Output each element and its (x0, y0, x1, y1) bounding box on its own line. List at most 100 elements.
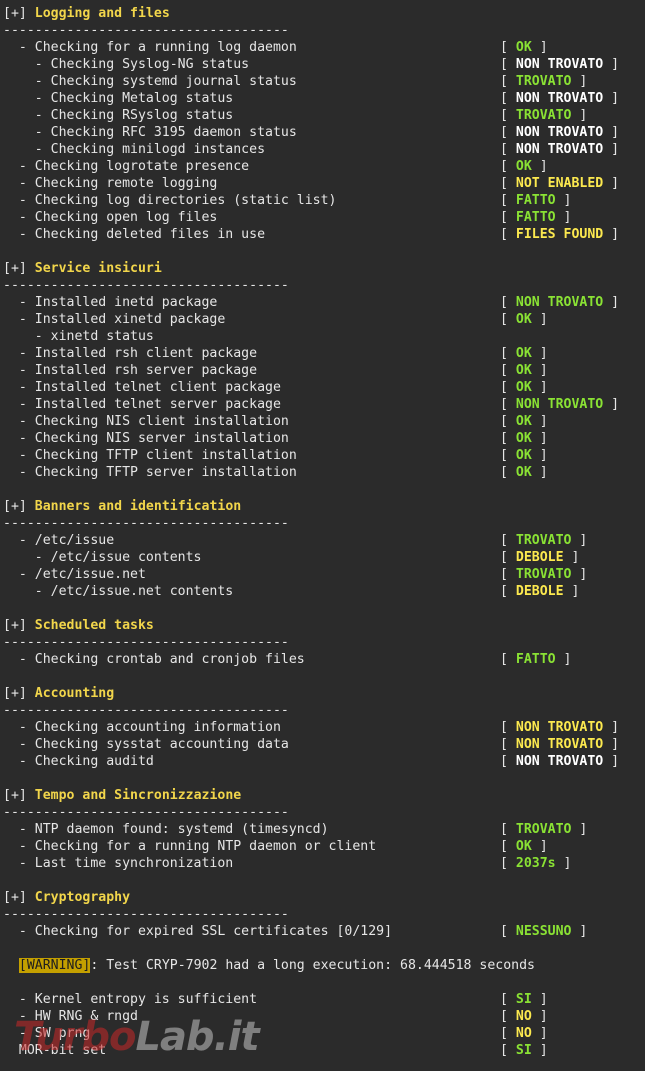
rule-text: ------------------------------------ (3, 635, 289, 650)
check-line: - /etc/issue [ TROVATO ] (3, 532, 645, 549)
check-result: [ OK ] (500, 159, 548, 174)
section-title: Scheduled tasks (34, 618, 154, 633)
check-line: - Checking NIS client installation [ OK ] (3, 413, 645, 430)
check-label: - Checking RFC 3195 daemon status (3, 125, 297, 140)
check-line: - Checking Syslog-NG status [ NON TROVATO… (3, 56, 645, 73)
status-value: NON TROVATO (515, 397, 604, 412)
status-value: OK (515, 839, 532, 854)
check-label: - Installed inetd package (3, 295, 218, 310)
check-label: - Checking TFTP server installation (3, 465, 297, 480)
check-result: [ NON TROVATO ] (500, 295, 620, 310)
section-rule: ------------------------------------ (3, 277, 645, 294)
section-tag: [+] (3, 499, 27, 514)
rule-text: ------------------------------------ (3, 516, 289, 531)
section-header: [+] Banners and identification (3, 498, 645, 515)
status-value: TROVATO (515, 74, 572, 89)
check-line: - Installed telnet server package [ NON T… (3, 396, 645, 413)
section-header: [+] Scheduled tasks (3, 617, 645, 634)
rule-text: ------------------------------------ (3, 703, 289, 718)
check-line: - SW prng [ NO ] (3, 1025, 645, 1042)
status-value: OK (515, 414, 532, 429)
check-result: [ TROVATO ] (500, 567, 588, 582)
check-result: [ FILES FOUND ] (500, 227, 620, 242)
section-tag: [+] (3, 890, 27, 905)
section-header: [+] Cryptography (3, 889, 645, 906)
check-result: [ OK ] (500, 40, 548, 55)
check-label: - Checking for a running NTP daemon or c… (3, 839, 377, 854)
check-line: - Last time synchronization [ 2037s ] (3, 855, 645, 872)
check-result: [ NO ] (500, 1026, 548, 1041)
check-label: - Checking TFTP client installation (3, 448, 297, 463)
status-value: OK (515, 380, 532, 395)
section-tag: [+] (3, 686, 27, 701)
status-value: OK (515, 346, 532, 361)
check-label: - Checking sysstat accounting data (3, 737, 289, 752)
status-value: FATTO (515, 210, 556, 225)
check-label: - NTP daemon found: systemd (timesyncd) (3, 822, 329, 837)
section-tag: [+] (3, 261, 27, 276)
check-label: - Checking remote logging (3, 176, 218, 191)
check-line: - NTP daemon found: systemd (timesyncd) [… (3, 821, 645, 838)
check-line: - Checking RSyslog status [ TROVATO ] (3, 107, 645, 124)
check-result: [ NON TROVATO ] (500, 91, 620, 106)
section-tag: [+] (3, 6, 27, 21)
check-label: - Last time synchronization (3, 856, 234, 871)
check-line: - Checking NIS server installation [ OK ] (3, 430, 645, 447)
check-result: [ FATTO ] (500, 210, 572, 225)
status-value: NON TROVATO (515, 57, 604, 72)
check-label: - Installed xinetd package (3, 312, 226, 327)
status-value: NOT ENABLED (515, 176, 604, 191)
status-value: OK (515, 312, 532, 327)
check-result: [ DEBOLE ] (500, 584, 580, 599)
status-value: NON TROVATO (515, 142, 604, 157)
status-value: OK (515, 363, 532, 378)
status-value: FILES FOUND (515, 227, 604, 242)
status-value: OK (515, 159, 532, 174)
check-line: - Checking auditd [ NON TROVATO ] (3, 753, 645, 770)
check-label: - Checking for a running log daemon (3, 40, 297, 55)
check-line: - Checking TFTP server installation [ OK … (3, 464, 645, 481)
section-title: Tempo and Sincronizzazione (34, 788, 242, 803)
check-result: [ OK ] (500, 414, 548, 429)
status-value: FATTO (515, 193, 556, 208)
status-value: FATTO (515, 652, 556, 667)
check-label: - Installed telnet server package (3, 397, 281, 412)
status-value: NESSUNO (515, 924, 572, 939)
check-line: - Installed telnet client package [ OK ] (3, 379, 645, 396)
check-label: - Installed rsh client package (3, 346, 258, 361)
rule-text: ------------------------------------ (3, 278, 289, 293)
check-label: - Installed rsh server package (3, 363, 258, 378)
check-result: [ FATTO ] (500, 652, 572, 667)
check-label: - /etc/issue.net contents (3, 584, 234, 599)
status-value: 2037s (515, 856, 556, 871)
check-label: - Checking minilogd instances (3, 142, 266, 157)
check-result: [ NON TROVATO ] (500, 754, 620, 769)
check-line: MOR-bit set [ SI ] (3, 1042, 645, 1059)
check-line: - Checking RFC 3195 daemon status [ NON T… (3, 124, 645, 141)
status-value: OK (515, 40, 532, 55)
check-line: - HW RNG & rngd [ NO ] (3, 1008, 645, 1025)
check-result: [ NOT ENABLED ] (500, 176, 620, 191)
section-tag: [+] (3, 618, 27, 633)
section-title: Service insicuri (34, 261, 162, 276)
check-line: - Checking deleted files in use [ FILES F… (3, 226, 645, 243)
terminal-output: [+] Logging and files -------------------… (3, 5, 645, 1059)
check-result: [ TROVATO ] (500, 822, 588, 837)
check-result: [ OK ] (500, 312, 548, 327)
check-line: - Checking log directories (static list)… (3, 192, 645, 209)
status-value: NO (515, 1026, 532, 1041)
check-line: - Checking systemd journal status [ TROVA… (3, 73, 645, 90)
section-rule: ------------------------------------ (3, 702, 645, 719)
check-label: - Checking logrotate presence (3, 159, 250, 174)
status-value: TROVATO (515, 533, 572, 548)
check-label: - Checking systemd journal status (3, 74, 297, 89)
status-value: DEBOLE (515, 584, 564, 599)
status-value: DEBOLE (515, 550, 564, 565)
check-result: [ NESSUNO ] (500, 924, 588, 939)
check-line: - Installed rsh server package [ OK ] (3, 362, 645, 379)
